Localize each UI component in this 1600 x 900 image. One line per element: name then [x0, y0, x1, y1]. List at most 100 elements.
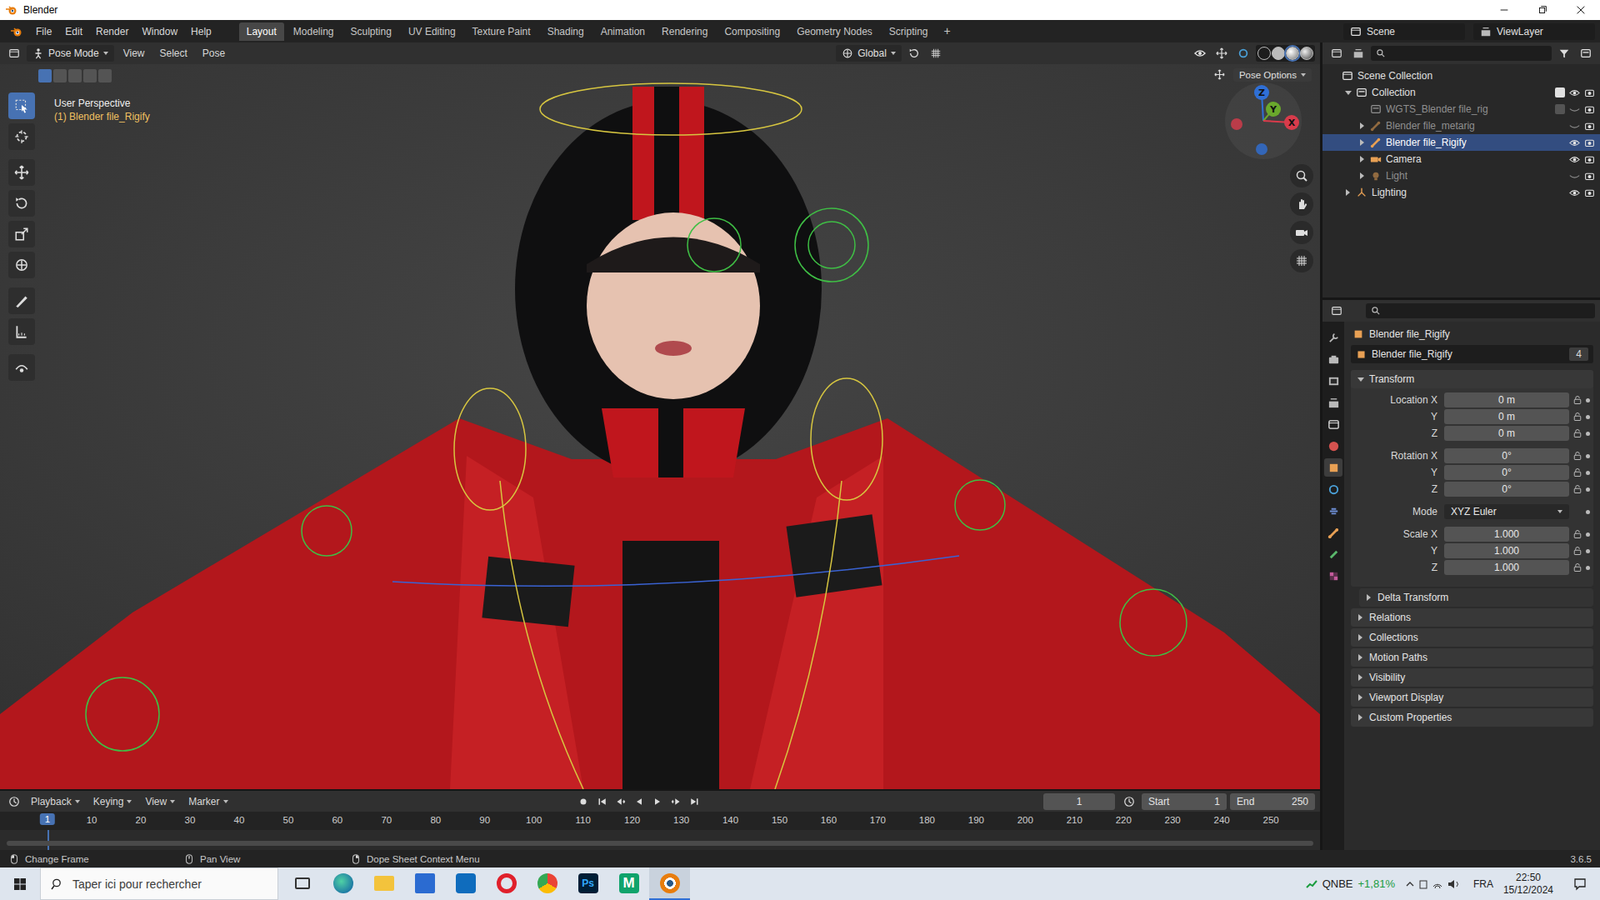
nav-button[interactable] [1290, 164, 1314, 188]
panel-header[interactable]: Motion Paths [1350, 648, 1594, 667]
next-key-button[interactable] [667, 795, 685, 809]
scene-field[interactable]: Scene [1343, 23, 1465, 40]
tool-button[interactable] [8, 123, 35, 150]
material-shading-button[interactable] [1285, 46, 1300, 60]
workspace-tab[interactable]: Compositing [716, 22, 788, 41]
tool-button[interactable] [8, 251, 35, 279]
tool-button[interactable] [8, 220, 35, 248]
timeline-scrollbar[interactable] [6, 840, 1314, 846]
property-field[interactable]: 0 m [1444, 425, 1570, 441]
properties-tab[interactable] [1324, 501, 1343, 520]
prev-key-button[interactable] [612, 795, 630, 809]
taskbar-app[interactable] [404, 867, 445, 900]
workspace-tab[interactable]: Scripting [881, 22, 936, 41]
outliner-row[interactable]: Lighting [1322, 184, 1600, 201]
workspace-tab[interactable]: Sculpting [343, 22, 400, 41]
viewport-menu[interactable]: Pose [196, 45, 231, 62]
lock-toggle[interactable] [1569, 529, 1586, 540]
jump-start-button[interactable] [594, 795, 611, 809]
rendered-shading-button[interactable] [1300, 46, 1314, 60]
select-mode-button[interactable] [38, 69, 52, 83]
panel-header[interactable]: Transform [1350, 370, 1594, 389]
viewport-menu[interactable]: Select [154, 45, 194, 62]
expander-icon[interactable] [1357, 170, 1368, 181]
visibility-toggle[interactable] [1569, 120, 1580, 132]
keyframe-dot[interactable] [1585, 510, 1590, 515]
keyframe-dot[interactable] [1585, 487, 1590, 492]
menu-item[interactable]: Help [185, 23, 218, 40]
viewport-menu[interactable]: View [117, 45, 151, 62]
render-toggle[interactable] [1584, 104, 1595, 115]
properties-tab[interactable] [1324, 415, 1343, 434]
editor-type-button[interactable] [5, 794, 24, 810]
menu-item[interactable]: File [30, 23, 58, 40]
nav-button[interactable] [1290, 192, 1314, 216]
frame-ruler[interactable]: 1102030405060708090100110120130140150160… [0, 811, 1320, 830]
properties-tab[interactable] [1324, 328, 1343, 347]
property-field[interactable]: 0° [1444, 481, 1570, 497]
timeline-menu[interactable]: Playback [25, 793, 86, 810]
taskbar-app[interactable] [526, 867, 568, 900]
property-field[interactable]: 0 m [1444, 409, 1570, 425]
lock-toggle[interactable] [1569, 545, 1586, 556]
current-frame-field[interactable]: 1 [1043, 793, 1115, 810]
keyframe-dot[interactable] [1585, 470, 1590, 475]
start-frame-field[interactable]: Start1 [1141, 793, 1227, 810]
new-collection-button[interactable] [1576, 45, 1595, 61]
gizmo-button[interactable] [1212, 45, 1231, 61]
nav-button[interactable] [1290, 249, 1314, 273]
taskbar-app[interactable] [322, 867, 364, 900]
menu-item[interactable]: Edit [59, 23, 89, 40]
render-toggle[interactable] [1584, 187, 1595, 199]
taskbar-app[interactable]: M [608, 867, 650, 900]
display-mode-button[interactable] [1349, 45, 1368, 61]
visibility-button[interactable] [1190, 45, 1210, 61]
input-language[interactable]: FRA [1473, 878, 1494, 890]
menu-item[interactable]: Render [90, 23, 135, 40]
select-mode-button[interactable] [98, 69, 112, 83]
properties-tab[interactable] [1324, 350, 1343, 369]
mirror-button[interactable] [1210, 67, 1229, 82]
editor-type-button[interactable] [1327, 45, 1346, 61]
expander-icon[interactable] [1357, 120, 1368, 131]
snap-button[interactable] [926, 45, 945, 61]
workspace-tab[interactable]: Texture Paint [465, 22, 539, 41]
properties-tab[interactable] [1324, 566, 1343, 585]
property-field[interactable]: XYZ Euler [1444, 504, 1570, 520]
filter-button[interactable] [1555, 45, 1574, 61]
outliner-row[interactable]: Collection [1322, 84, 1600, 101]
taskbar-app[interactable] [649, 867, 690, 900]
visibility-toggle[interactable] [1569, 137, 1580, 149]
expander-icon[interactable] [1343, 87, 1354, 98]
editor-type-button[interactable] [5, 45, 24, 61]
properties-tab[interactable] [1324, 436, 1343, 455]
lock-toggle[interactable] [1569, 428, 1586, 439]
property-field[interactable]: 1.000 [1444, 526, 1570, 542]
taskbar-app[interactable]: Ps [567, 867, 609, 900]
keyframe-dot[interactable] [1585, 415, 1590, 420]
property-field[interactable]: 0 m [1444, 392, 1570, 408]
select-mode-button[interactable] [68, 69, 82, 83]
render-toggle[interactable] [1584, 170, 1595, 182]
datablock-selector[interactable]: Blender file_Rigify 4 [1350, 345, 1594, 364]
overlay-button[interactable] [1234, 45, 1253, 61]
stock-widget[interactable]: QNBE +1,81% [1305, 877, 1395, 890]
start-button[interactable] [0, 867, 40, 900]
panel-header[interactable]: Visibility [1350, 668, 1594, 687]
taskbar-search[interactable]: Taper ici pour rechercher [40, 867, 279, 900]
expander-icon[interactable] [1343, 187, 1354, 198]
outliner-search[interactable] [1370, 45, 1552, 61]
clock[interactable]: 22:50 15/12/2024 [1503, 871, 1554, 897]
jump-end-button[interactable] [685, 795, 703, 809]
notifications-button[interactable] [1563, 877, 1597, 891]
property-field[interactable]: 1.000 [1444, 560, 1570, 575]
timeline-menu[interactable]: Marker [182, 793, 234, 810]
visibility-toggle[interactable] [1569, 154, 1580, 165]
tray-icons[interactable] [1405, 878, 1464, 890]
outliner-row[interactable]: Camera [1322, 150, 1600, 168]
workspace-tab[interactable]: Layout [239, 22, 285, 41]
navigation-gizmo[interactable]: ZYX [1223, 80, 1304, 161]
auto-key-button[interactable] [574, 794, 593, 810]
tool-button[interactable] [8, 159, 35, 186]
panel-header[interactable]: Delta Transform [1359, 588, 1594, 607]
